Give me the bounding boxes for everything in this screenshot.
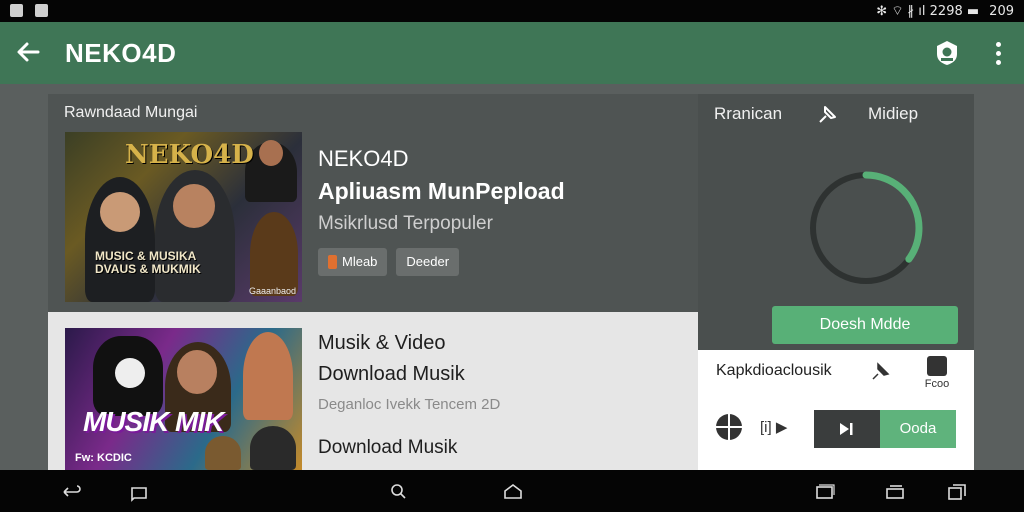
- recents-icon[interactable]: [814, 482, 836, 502]
- list-item[interactable]: Rawndaad Mungai NEKO4D MUSIC & MUSIKA DV…: [48, 94, 698, 312]
- side-panel: Rranican Midiep Doesh Mdde Kapkdioaclous…: [698, 94, 974, 470]
- download-label: Fcoo: [924, 378, 950, 390]
- status-bar: ✻ ⌔ ∦ ıl 2298 ▬ 209: [0, 0, 1024, 22]
- copy-icon[interactable]: [946, 482, 968, 502]
- player-card: Kapkdioaclousik Fcoo [i] ▶ Ooda: [698, 350, 974, 470]
- nav-bar: [0, 470, 1024, 512]
- download-button[interactable]: Fcoo: [920, 356, 954, 396]
- arrow-left-icon[interactable]: [12, 36, 44, 68]
- window-icon[interactable]: [884, 482, 906, 502]
- poster-title: NEKO4D: [125, 140, 254, 170]
- primary-action-button[interactable]: Doesh Mdde: [772, 306, 958, 344]
- panel-tab-right[interactable]: Midiep: [868, 104, 918, 124]
- item-info: Musik & Video Download Musik Deganloc Iv…: [318, 332, 500, 459]
- poster-title: MUSIK MIK: [83, 406, 224, 437]
- search-icon[interactable]: [388, 482, 410, 502]
- item-title: NEKO4D: [318, 146, 409, 171]
- item-extra: Download Musik: [318, 437, 458, 458]
- play-button[interactable]: [i] ▶: [760, 418, 787, 436]
- next-button[interactable]: [814, 410, 880, 448]
- content-list: Rawndaad Mungai NEKO4D MUSIC & MUSIKA DV…: [48, 94, 698, 470]
- section-title: Rawndaad Mungai: [64, 104, 198, 121]
- pin-icon[interactable]: [816, 102, 840, 126]
- tag-icon: [328, 255, 337, 269]
- player-label: Kapkdioaclousik: [716, 362, 832, 379]
- chip-label: Mleab: [342, 254, 378, 269]
- notification-icon: [10, 4, 23, 17]
- image-icon: [35, 4, 48, 17]
- item-description: Deganloc Ivekk Tencem 2D: [318, 396, 501, 413]
- screen: ✻ ⌔ ∦ ıl 2298 ▬ 209 NEKO4D Rawndaad Mung…: [0, 0, 1024, 512]
- chip-mleab[interactable]: Mleab: [318, 248, 388, 276]
- app-bar: NEKO4D: [0, 22, 1024, 84]
- poster-footer: Gaaanbaod: [248, 286, 296, 296]
- item-subtitle: Download Musik: [318, 363, 465, 385]
- poster-image: NEKO4D MUSIC & MUSIKA DVAUS & MUKMIK Gaa…: [65, 132, 302, 302]
- confirm-button[interactable]: Ooda: [880, 410, 956, 448]
- poster-image: MUSIK MIK Fw: KCDIC: [65, 328, 302, 470]
- badge-icon[interactable]: [932, 38, 962, 68]
- panel-tab-left[interactable]: Rranican: [714, 104, 782, 124]
- clock: 209: [989, 3, 1014, 19]
- pin-icon[interactable]: [870, 360, 892, 382]
- list-item[interactable]: MUSIK MIK Fw: KCDIC Musik & Video Downlo…: [48, 312, 698, 470]
- more-vert-icon[interactable]: [986, 38, 1010, 68]
- app-title: NEKO4D: [65, 38, 177, 68]
- poster-footer: Fw: KCDIC: [75, 452, 132, 464]
- back-icon[interactable]: [60, 482, 82, 502]
- poster-subtitle: MUSIC & MUSIKA DVAUS & MUKMIK: [95, 249, 201, 276]
- chip-label: Deeder: [406, 254, 450, 269]
- item-description: Msikrlusd Terpopuler: [318, 213, 493, 234]
- skip-next-icon: [840, 423, 853, 435]
- item-info: NEKO4D Apliuasm MunPeplоad Msikrlusd Ter…: [318, 146, 565, 235]
- tab-icon[interactable]: [128, 482, 150, 502]
- item-title: Musik & Video: [318, 332, 446, 354]
- item-subtitle: Apliuasm MunPeplоad: [318, 178, 565, 204]
- download-icon: [927, 356, 947, 376]
- home-icon[interactable]: [502, 482, 524, 502]
- chip-deeder[interactable]: Deeder: [396, 248, 460, 276]
- status-icons: ✻ ⌔ ∦ ıl 2298 ▬: [876, 4, 980, 19]
- progress-ring: [809, 171, 923, 285]
- globe-icon[interactable]: [714, 412, 744, 442]
